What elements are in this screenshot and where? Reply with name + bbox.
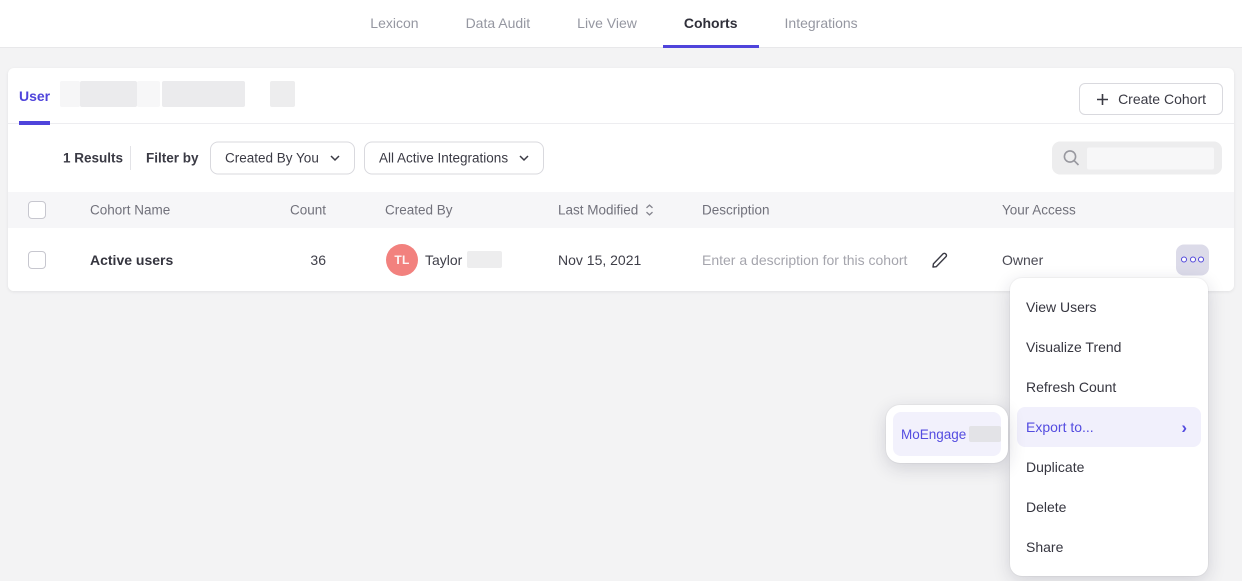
column-description[interactable]: Description [702,203,770,218]
more-options-icon [1198,257,1204,263]
menu-item-share[interactable]: Share [1010,527,1208,567]
description-placeholder[interactable]: Enter a description for this cohort [702,252,907,268]
chevron-down-icon [519,155,529,162]
integrations-filter-label: All Active Integrations [379,151,508,166]
chevron-right-icon: › [1181,419,1187,436]
avatar: TL [386,244,418,276]
panel-tab-strip: User Create Cohort [8,68,1234,124]
tab-data-audit[interactable]: Data Audit [445,0,552,48]
column-your-access[interactable]: Your Access [1002,203,1076,218]
chevron-down-icon [330,155,340,162]
redacted-tab [270,81,295,107]
top-nav: Lexicon Data Audit Live View Cohorts Int… [0,0,1242,48]
column-last-modified-label: Last Modified [558,203,638,218]
last-modified-date: Nov 15, 2021 [558,252,641,268]
redacted-tab [137,81,160,107]
redacted-search-text [1087,147,1214,169]
tab-cohorts[interactable]: Cohorts [663,0,759,48]
cohort-context-menu: View Users Visualize Trend Refresh Count… [1010,278,1208,576]
submenu-item-moengage-label: MoEngage [901,427,966,442]
menu-item-export-to[interactable]: Export to... › [1017,407,1201,447]
more-options-icon [1181,257,1187,263]
create-cohort-label: Create Cohort [1118,91,1206,107]
menu-item-refresh-count[interactable]: Refresh Count [1010,367,1208,407]
search-input[interactable] [1052,142,1222,175]
created-by-filter-label: Created By You [225,151,319,166]
created-by-filter-dropdown[interactable]: Created By You [210,142,355,175]
select-all-checkbox[interactable] [28,201,46,219]
column-cohort-name[interactable]: Cohort Name [90,203,170,218]
menu-item-visualize-trend[interactable]: Visualize Trend [1010,327,1208,367]
column-created-by[interactable]: Created By [385,203,453,218]
more-options-icon [1190,257,1196,263]
table-header: Cohort Name Count Created By Last Modifi… [8,192,1234,228]
tab-live-view[interactable]: Live View [556,0,658,48]
access-value: Owner [1002,252,1043,268]
menu-item-view-users[interactable]: View Users [1010,287,1208,327]
tab-lexicon[interactable]: Lexicon [349,0,439,48]
results-count: 1 Results [63,151,123,166]
redacted-integration-suffix [969,426,1001,442]
column-count[interactable]: Count [278,203,326,218]
cohort-name[interactable]: Active users [90,252,173,268]
nav-tabs: Lexicon Data Audit Live View Cohorts Int… [0,0,1235,48]
redacted-tab [60,81,80,107]
redacted-surname [467,251,502,268]
divider [130,146,131,170]
redacted-tab [80,81,137,107]
cohort-count: 36 [278,252,326,268]
sort-icon [645,204,654,217]
export-submenu: MoEngage [886,405,1008,463]
tab-integrations[interactable]: Integrations [764,0,879,48]
pencil-icon[interactable] [929,249,950,270]
filter-by-label: Filter by [146,151,199,166]
menu-item-duplicate[interactable]: Duplicate [1010,447,1208,487]
created-by-name: Taylor [425,252,462,268]
row-checkbox[interactable] [28,251,46,269]
create-cohort-button[interactable]: Create Cohort [1079,83,1223,115]
menu-item-delete[interactable]: Delete [1010,487,1208,527]
submenu-item-moengage[interactable]: MoEngage [893,412,1001,456]
screen: Lexicon Data Audit Live View Cohorts Int… [0,0,1242,581]
more-options-button[interactable] [1176,244,1209,275]
redacted-tab [162,81,245,107]
tab-user[interactable]: User [19,68,50,124]
page-background: User Create Cohort 1 Results Filter by [0,48,1242,581]
column-last-modified[interactable]: Last Modified [558,203,654,218]
search-icon [1062,149,1081,168]
filter-bar: 1 Results Filter by Created By You All A… [8,124,1234,192]
plus-icon [1096,93,1109,106]
integrations-filter-dropdown[interactable]: All Active Integrations [364,142,544,175]
menu-item-export-to-label: Export to... [1026,419,1094,435]
cohorts-panel: User Create Cohort 1 Results Filter by [8,68,1234,291]
